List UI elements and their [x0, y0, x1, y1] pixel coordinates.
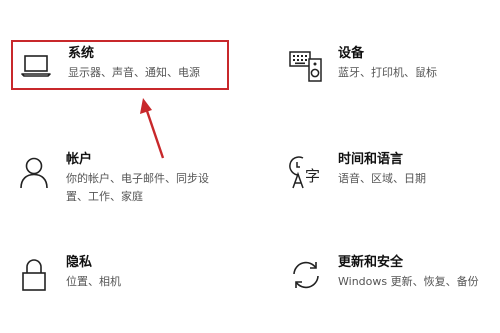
pointer-arrow-icon: [140, 98, 165, 159]
settings-home: 系统 显示器、声音、通知、电源 设备 蓝牙、打印机、鼠标 帐户 你的帐户、电子邮…: [0, 0, 500, 333]
